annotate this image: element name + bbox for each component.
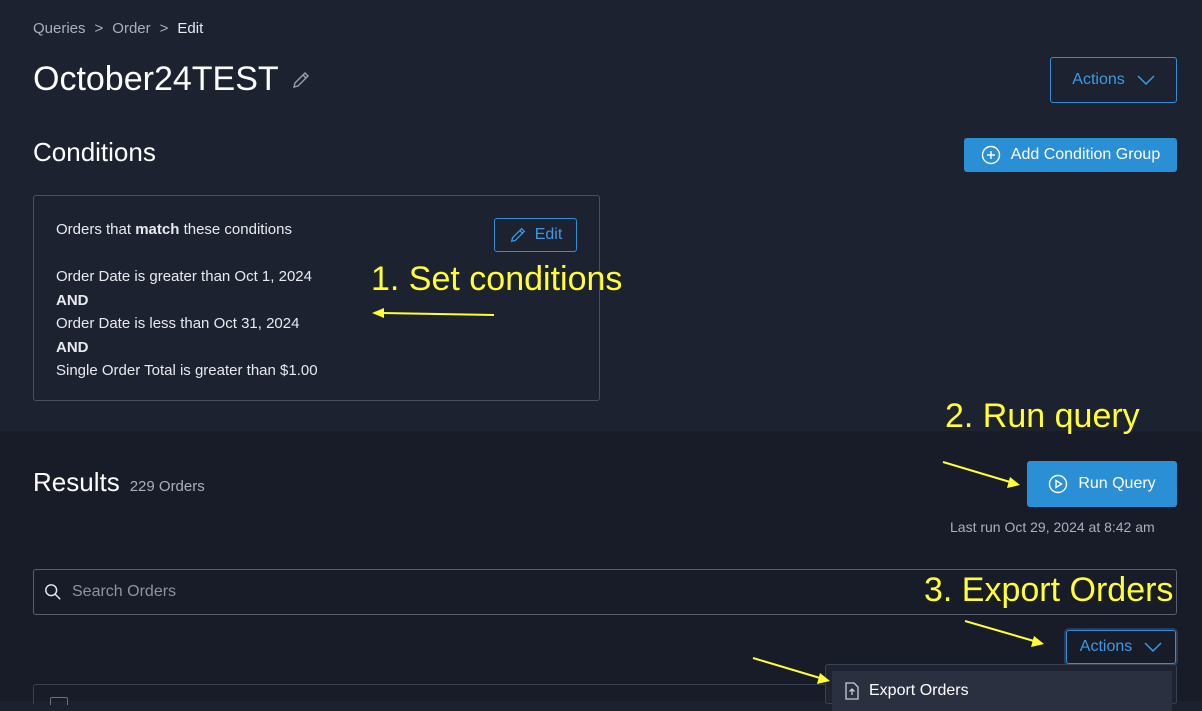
search-orders-field[interactable]: Search Orders <box>33 569 1177 615</box>
results-title: Results <box>33 467 120 497</box>
add-condition-group-button[interactable]: Add Condition Group <box>964 138 1177 172</box>
condition-list: Order Date is greater than Oct 1, 2024 A… <box>56 265 318 383</box>
condition-line: Order Date is greater than Oct 1, 2024 <box>56 268 312 285</box>
export-orders-menu-item[interactable]: Export Orders <box>832 671 1172 711</box>
pencil-icon <box>510 227 525 243</box>
breadcrumb-queries[interactable]: Queries <box>33 20 86 37</box>
page-title: October24TEST <box>33 60 311 99</box>
annotation-run-query: 2. Run query <box>945 397 1140 435</box>
condition-line: Order Date is less than Oct 31, 2024 <box>56 315 300 332</box>
run-query-button[interactable]: Run Query <box>1027 461 1177 507</box>
breadcrumb-separator: > <box>159 20 169 37</box>
breadcrumb-current: Edit <box>177 20 204 37</box>
condition-operator: AND <box>56 291 89 309</box>
actions-dropdown-button[interactable]: Actions <box>1050 57 1177 103</box>
play-circle-icon <box>1049 474 1068 494</box>
intro-suffix: these conditions <box>183 221 292 238</box>
run-query-label: Run Query <box>1078 475 1156 492</box>
intro-match: match <box>135 221 180 238</box>
intro-prefix: Orders that <box>56 221 132 238</box>
select-all-checkbox[interactable] <box>50 697 68 705</box>
condition-line: Single Order Total is greater than $1.00 <box>56 362 318 379</box>
annotation-set-conditions: 1. Set conditions <box>371 260 623 298</box>
condition-intro: Orders that match these conditions <box>56 221 292 238</box>
actions-label: Actions <box>1072 71 1125 88</box>
pencil-icon[interactable] <box>291 60 311 99</box>
breadcrumb-separator: > <box>94 20 104 37</box>
page-title-text: October24TEST <box>33 60 279 98</box>
edit-label: Edit <box>534 226 563 243</box>
results-heading: Results 229 Orders <box>33 467 205 498</box>
results-count: 229 Orders <box>129 478 205 495</box>
breadcrumb: Queries > Order > Edit <box>33 20 203 37</box>
breadcrumb-order[interactable]: Order <box>112 20 150 37</box>
last-run-text: Last run Oct 29, 2024 at 8:42 am <box>950 519 1155 535</box>
orders-table <box>33 684 833 704</box>
export-orders-label: Export Orders <box>869 682 969 699</box>
condition-operator: AND <box>56 338 89 356</box>
conditions-title: Conditions <box>33 137 156 167</box>
chevron-down-icon <box>1144 642 1162 652</box>
chevron-down-icon <box>1137 75 1155 85</box>
file-upload-icon <box>845 682 859 700</box>
search-icon <box>45 584 61 600</box>
edit-conditions-button[interactable]: Edit <box>494 218 577 252</box>
results-actions-button[interactable]: Actions <box>1066 630 1176 664</box>
search-placeholder: Search Orders <box>72 583 177 600</box>
results-actions-label: Actions <box>1079 638 1133 655</box>
actions-menu: Export Orders <box>825 664 1177 711</box>
add-condition-group-label: Add Condition Group <box>1010 146 1161 163</box>
plus-circle-icon <box>981 145 1000 165</box>
